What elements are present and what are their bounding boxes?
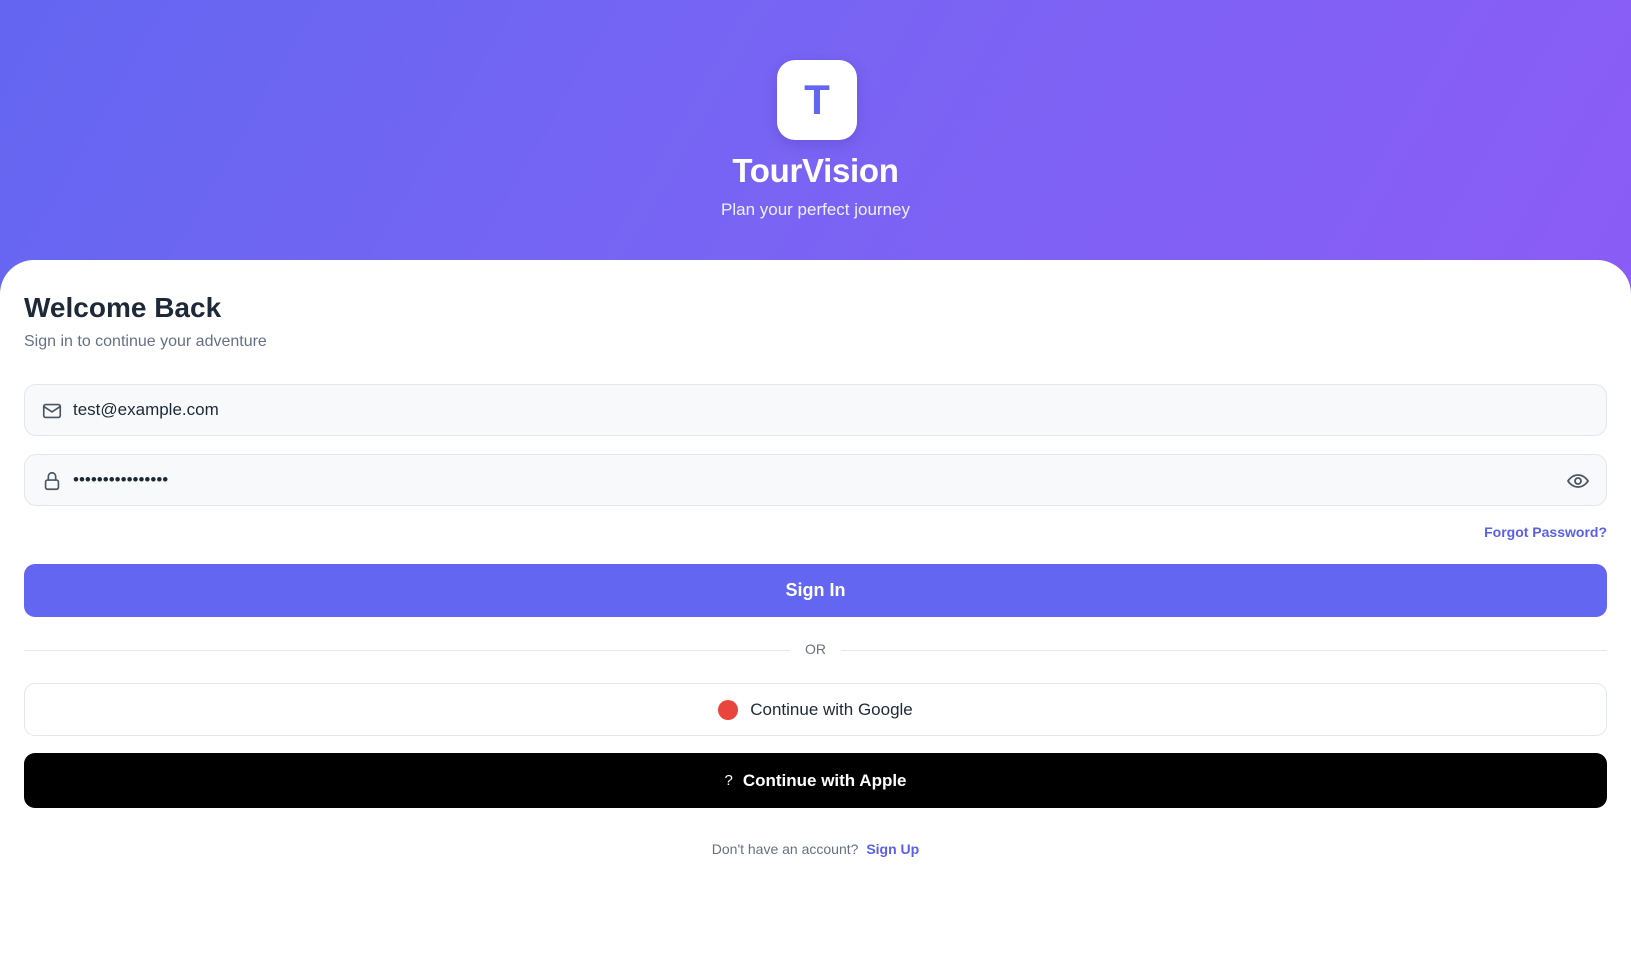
app-name: TourVision — [732, 152, 899, 189]
google-icon — [718, 699, 739, 720]
signup-prompt: Don't have an account? — [711, 841, 859, 857]
divider-label: OR — [805, 641, 826, 657]
google-signin-button[interactable]: Continue with Google — [24, 683, 1607, 736]
apple-signin-button[interactable]: ? Continue with Apple — [24, 753, 1607, 808]
forgot-password-link[interactable]: Forgot Password? — [1484, 524, 1607, 540]
eye-icon[interactable] — [1566, 469, 1590, 493]
sign-up-link[interactable]: Sign Up — [866, 841, 919, 857]
apple-icon: ? — [724, 772, 733, 789]
lock-icon — [41, 470, 63, 492]
login-screen: T TourVision Plan your perfect journey W… — [0, 0, 1631, 957]
page-subtitle: Sign in to continue your adventure — [24, 333, 267, 350]
divider-line-right — [841, 650, 1607, 651]
header-banner: T TourVision Plan your perfect journey — [0, 0, 1631, 300]
divider-line-left — [24, 650, 790, 651]
password-input[interactable]: •••••••••••••••• — [73, 455, 1556, 505]
app-tagline: Plan your perfect journey — [721, 200, 910, 219]
app-logo: T — [777, 60, 857, 140]
sign-in-button[interactable]: Sign In — [24, 564, 1607, 617]
apple-button-label: Continue with Apple — [742, 770, 907, 790]
email-input[interactable] — [73, 385, 1556, 435]
mail-icon — [41, 400, 63, 422]
password-field[interactable]: •••••••••••••••• — [24, 454, 1607, 506]
google-button-label: Continue with Google — [750, 699, 913, 719]
logo-letter: T — [804, 76, 830, 123]
signup-prompt-row: Don't have an account? Sign Up — [0, 841, 1631, 857]
email-field[interactable] — [24, 384, 1607, 436]
page-title: Welcome Back — [24, 292, 222, 323]
